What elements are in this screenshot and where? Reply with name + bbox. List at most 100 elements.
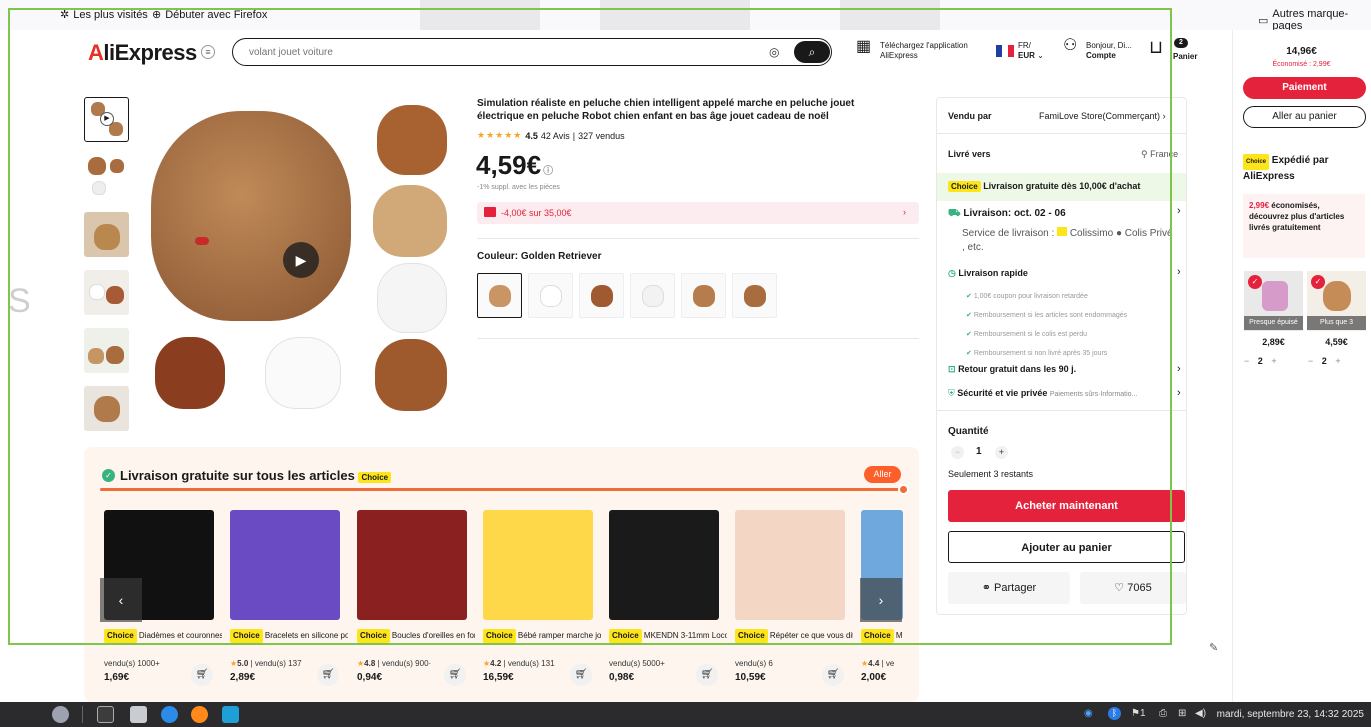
reviews-link[interactable]: 42 Avis	[541, 131, 570, 141]
other-bookmarks[interactable]: ▭ Autres marque-pages	[1258, 8, 1371, 32]
choice-product-card[interactable]: Choice Bébé ramper marche jouet Musical.…	[483, 510, 603, 690]
go-to-cart-button[interactable]: Aller au panier	[1243, 106, 1366, 128]
product-image[interactable]	[230, 510, 340, 620]
cart-icon[interactable]: ⊔	[1149, 38, 1163, 56]
color-swatch[interactable]	[528, 273, 573, 318]
color-swatch[interactable]	[477, 273, 522, 318]
bookmark-getting-started[interactable]: ⊕ Débuter avec Firefox	[152, 8, 267, 22]
choice-product-card[interactable]: Choice Boucles d'oreilles en forme de fl…	[357, 510, 477, 690]
color-swatch[interactable]	[681, 273, 726, 318]
cart-label[interactable]: Panier	[1173, 52, 1197, 62]
product-card-title[interactable]: Bébé ramper marche jouet Musical...	[518, 631, 601, 640]
product-image[interactable]	[483, 510, 593, 620]
wired-network-icon[interactable]: ⊞	[1178, 708, 1186, 719]
cart-item-qty-stepper[interactable]: − 2 +	[1244, 356, 1277, 366]
add-to-cart-button[interactable]: Ajouter au panier	[948, 531, 1185, 563]
add-to-cart-icon[interactable]: 🛒︎	[191, 664, 213, 686]
search-button[interactable]: ⌕	[794, 41, 830, 63]
share-button[interactable]: ⚭ Partager	[948, 572, 1070, 604]
product-card-title[interactable]: Ma licorne, sol...	[896, 631, 903, 640]
terminal-icon[interactable]	[97, 706, 114, 723]
product-card-title[interactable]: Boucles d'oreilles en forme de fleur d'h…	[392, 631, 475, 640]
coupon-banner[interactable]: -4,00€ sur 35,00€ ›	[477, 202, 919, 224]
download-app-link[interactable]: Téléchargez l'application AliExpress	[880, 41, 968, 61]
color-swatch[interactable]	[579, 273, 624, 318]
account-icon[interactable]: ⚇	[1063, 38, 1077, 54]
start-menu-icon[interactable]	[52, 706, 69, 723]
carousel-next-button[interactable]: ›	[860, 578, 902, 622]
thumbnail-1[interactable]: ▶	[84, 97, 129, 142]
buy-now-button[interactable]: Acheter maintenant	[948, 490, 1185, 522]
plus-icon[interactable]: +	[1335, 356, 1340, 366]
quantity-value[interactable]: 1	[976, 446, 982, 457]
wishlist-button[interactable]: ♡ 7065	[1080, 572, 1186, 604]
color-swatch[interactable]	[630, 273, 675, 318]
search-input[interactable]	[249, 44, 729, 60]
product-image[interactable]	[735, 510, 845, 620]
security-privacy[interactable]: ⛨ Sécurité et vie privée Paiements sûrs·…	[948, 388, 1137, 399]
printer-icon[interactable]: ⎙	[1159, 708, 1167, 719]
minus-icon[interactable]: −	[1308, 356, 1313, 366]
add-to-cart-icon[interactable]: 🛒︎	[696, 664, 718, 686]
cart-item-qty-stepper[interactable]: − 2 +	[1308, 356, 1341, 366]
file-manager-icon[interactable]	[130, 706, 147, 723]
edit-pen-icon[interactable]: ✎	[1209, 641, 1218, 654]
checkbox-checked-icon[interactable]: ✓	[1248, 275, 1262, 289]
thumbnail-6[interactable]	[84, 386, 129, 431]
search-bar[interactable]: ◎ ⌕	[232, 38, 832, 66]
fast-delivery[interactable]: ◷ Livraison rapide	[948, 268, 1028, 279]
app-icon[interactable]	[222, 706, 239, 723]
product-card-title[interactable]: Bracelets en silicone pour enfants, cade…	[265, 631, 348, 640]
product-card-title[interactable]: Diadèmes et couronnes de princesse...	[139, 631, 222, 640]
chevron-right-icon[interactable]: ›	[1177, 363, 1181, 375]
add-to-cart-icon[interactable]: 🛒︎	[822, 664, 844, 686]
cart-item-image[interactable]: ✓ Presque épuisé	[1244, 271, 1303, 331]
chevron-right-icon[interactable]: ›	[1177, 205, 1181, 217]
firefox-icon[interactable]	[191, 706, 208, 723]
main-product-image[interactable]: ▶	[145, 97, 463, 417]
bluetooth-icon[interactable]: ᛒ	[1108, 707, 1121, 720]
checkout-button[interactable]: Paiement	[1243, 77, 1366, 99]
cart-item-image[interactable]: ✓ Plus que 3	[1307, 271, 1366, 331]
menu-icon[interactable]: ≡	[201, 45, 215, 59]
aliexpress-logo[interactable]: AliExpress	[88, 40, 197, 66]
quantity-increase-button[interactable]: +	[995, 446, 1008, 459]
choice-product-card[interactable]: Choice MKENDN 3-11mm Locomotive hommes P…	[609, 510, 729, 690]
account-menu[interactable]: Bonjour, Di... Compte	[1086, 41, 1132, 61]
add-to-cart-icon[interactable]: 🛒︎	[570, 664, 592, 686]
delivery-date[interactable]: ⛟ Livraison: oct. 02 - 06	[948, 208, 1066, 221]
thumbnail-5[interactable]	[84, 328, 129, 373]
camera-search-icon[interactable]: ◎	[769, 45, 779, 59]
thumbnail-2[interactable]	[84, 155, 129, 200]
add-to-cart-icon[interactable]: 🛒︎	[444, 664, 466, 686]
product-card-title[interactable]: Répéter ce que vous dit dansant parlant …	[770, 631, 853, 640]
minus-icon[interactable]: −	[1244, 356, 1249, 366]
network-icon[interactable]: ◉	[1084, 708, 1093, 719]
notification-icon[interactable]: ⚑1	[1131, 708, 1146, 719]
play-video-icon[interactable]: ▶	[283, 242, 319, 278]
bookmark-most-visited[interactable]: ✲ Les plus visités	[60, 8, 148, 22]
chevron-right-icon[interactable]: ›	[1177, 387, 1181, 399]
aller-button[interactable]: Aller	[864, 466, 901, 483]
product-image[interactable]	[609, 510, 719, 620]
seller-link[interactable]: FamiLove Store(Commerçant) ›	[1039, 111, 1166, 121]
thumbnail-3[interactable]	[84, 212, 129, 257]
plus-icon[interactable]: +	[1271, 356, 1276, 366]
volume-icon[interactable]: ◀)	[1195, 708, 1206, 719]
quantity-decrease-button[interactable]: −	[951, 446, 964, 459]
language-currency-selector[interactable]: FR/ EUR ⌄	[1018, 41, 1044, 61]
chromium-icon[interactable]	[161, 706, 178, 723]
add-to-cart-icon[interactable]: 🛒︎	[317, 664, 339, 686]
free-returns[interactable]: ⊡ Retour gratuit dans les 90 j.	[948, 364, 1076, 375]
checkbox-checked-icon[interactable]: ✓	[1311, 275, 1325, 289]
product-image[interactable]	[357, 510, 467, 620]
color-swatch[interactable]	[732, 273, 777, 318]
product-card-title[interactable]: MKENDN 3-11mm Locomotive hommes Pun...	[644, 631, 727, 640]
chevron-right-icon[interactable]: ›	[1177, 266, 1181, 278]
thumbnail-4[interactable]	[84, 270, 129, 315]
choice-product-card[interactable]: Choice Répéter ce que vous dit dansant p…	[735, 510, 855, 690]
carousel-prev-button[interactable]: ‹	[100, 578, 142, 622]
ship-to-country[interactable]: ⚲ France	[1141, 149, 1178, 160]
info-icon[interactable]: ⓘ	[543, 166, 553, 177]
choice-product-card[interactable]: Choice Bracelets en silicone pour enfant…	[230, 510, 350, 690]
